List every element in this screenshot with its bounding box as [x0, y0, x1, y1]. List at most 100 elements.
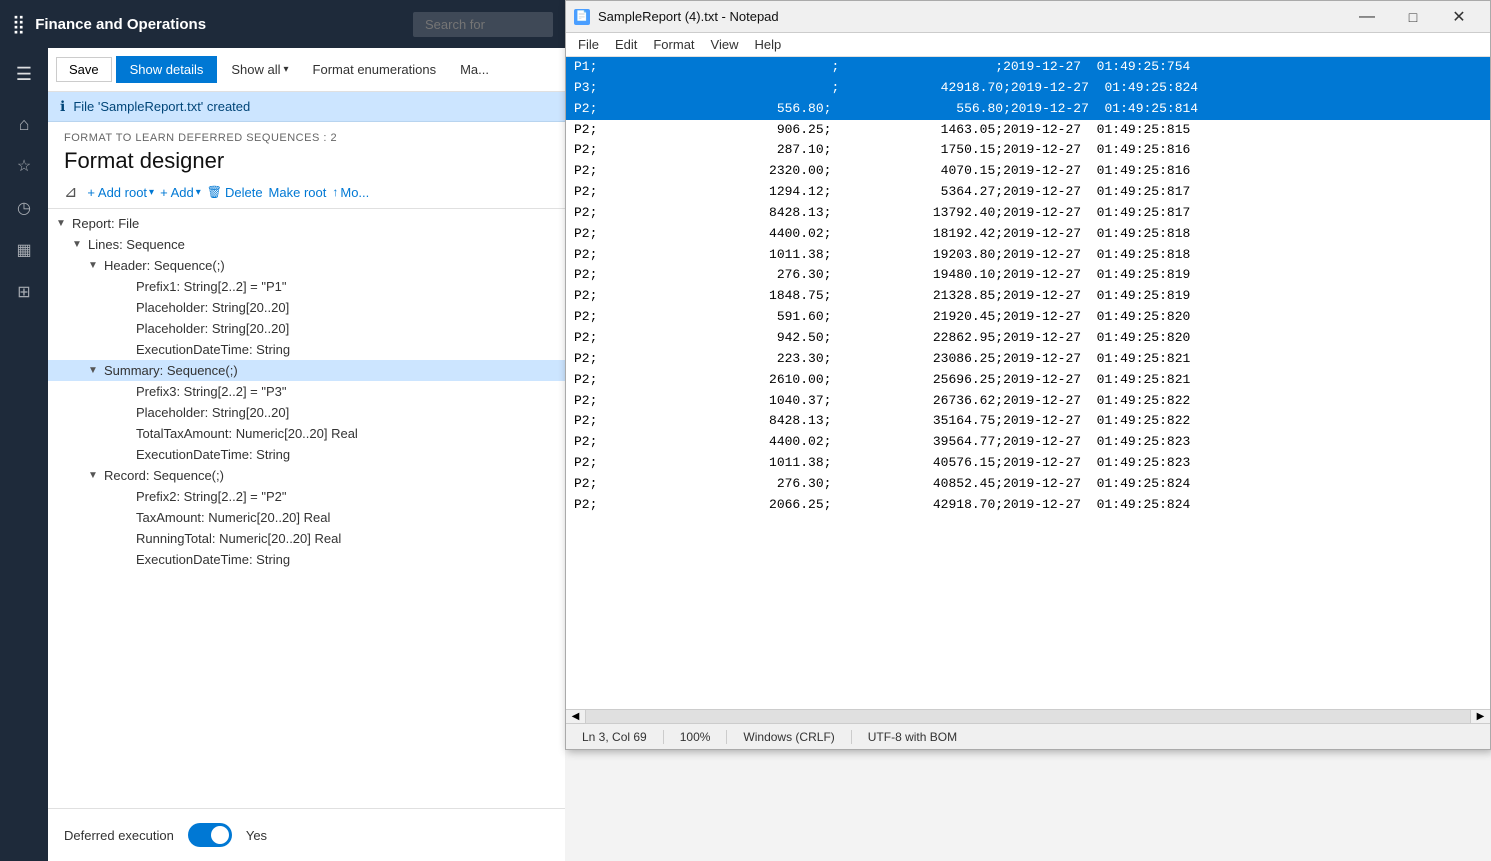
tree-item-label: ExecutionDateTime: String	[136, 552, 290, 567]
tree-item-prefix1[interactable]: Prefix1: String[2..2] = "P1"	[48, 276, 565, 297]
notepad-menu-view[interactable]: View	[703, 35, 747, 54]
fo-app: ⣿ Finance and Operations ☰ ⌂ ☆ ◷ ▦ ⊞ Sav…	[0, 0, 565, 861]
deferred-toggle[interactable]	[188, 823, 232, 847]
tree-item-label: Prefix3: String[2..2] = "P3"	[136, 384, 287, 399]
fo-main-content: Save Show details Show all ▾ Format enum…	[48, 48, 565, 861]
notepad-position: Ln 3, Col 69	[566, 730, 664, 744]
tree-item-label: TaxAmount: Numeric[20..20] Real	[136, 510, 330, 525]
format-tree: ▼ Report: File ▼ Lines: Sequence ▼ Heade…	[48, 209, 565, 808]
tree-toggle-icon: ▼	[56, 218, 70, 229]
recent-icon[interactable]: ◷	[4, 188, 44, 228]
infobar-message: File 'SampleReport.txt' created	[73, 99, 250, 114]
tree-item-exec-datetime-2[interactable]: ExecutionDateTime: String	[48, 444, 565, 465]
tree-item-exec-datetime-3[interactable]: ExecutionDateTime: String	[48, 549, 565, 570]
notepad-app-icon: 📄	[574, 9, 590, 25]
notepad-content[interactable]: P1; ; ;2019-12-27 01:49:25:754 P3; ; 429…	[566, 57, 1490, 709]
notepad-titlebar: 📄 SampleReport (4).txt - Notepad — □ ✕	[566, 1, 1490, 33]
notepad-menu-format[interactable]: Format	[645, 35, 702, 54]
delete-button[interactable]: 🗑 Delete	[207, 185, 263, 200]
tree-toggle-icon: ▼	[72, 239, 86, 250]
format-breadcrumb: FORMAT TO LEARN DEFERRED SEQUENCES : 2	[64, 132, 549, 144]
notepad-line-ending: Windows (CRLF)	[727, 730, 851, 744]
save-button[interactable]: Save	[56, 57, 112, 82]
notepad-line-19: P2; 4400.02; 39564.77;2019-12-27 01:49:2…	[566, 432, 1490, 453]
tree-item-taxamount[interactable]: TaxAmount: Numeric[20..20] Real	[48, 507, 565, 528]
notepad-menu-help[interactable]: Help	[746, 35, 789, 54]
add-root-button[interactable]: + Add root ▾	[87, 185, 154, 200]
notepad-line-18: P2; 8428.13; 35164.75;2019-12-27 01:49:2…	[566, 411, 1490, 432]
favorites-icon[interactable]: ☆	[4, 146, 44, 186]
tree-item-label: Prefix2: String[2..2] = "P2"	[136, 489, 287, 504]
show-details-button[interactable]: Show details	[116, 56, 218, 83]
home-icon[interactable]: ⌂	[4, 104, 44, 144]
format-toolbar: ⊿ + Add root ▾ + Add ▾ 🗑 Delete Make roo…	[64, 182, 549, 202]
chevron-down-icon: ▾	[284, 64, 289, 75]
notepad-line-14: P2; 942.50; 22862.95;2019-12-27 01:49:25…	[566, 328, 1490, 349]
add-button[interactable]: + Add ▾	[160, 185, 201, 200]
left-nav: ☰ ⌂ ☆ ◷ ▦ ⊞	[0, 48, 48, 861]
notepad-line-4: P2; 906.25; 1463.05;2019-12-27 01:49:25:…	[566, 120, 1490, 141]
tree-item-runningtotal[interactable]: RunningTotal: Numeric[20..20] Real	[48, 528, 565, 549]
deferred-value-label: Yes	[246, 828, 267, 843]
more-button[interactable]: Ma...	[450, 56, 499, 83]
notepad-title-text: SampleReport (4).txt - Notepad	[598, 9, 1344, 24]
tree-item-placeholder-1[interactable]: Placeholder: String[20..20]	[48, 297, 565, 318]
show-all-button[interactable]: Show all ▾	[221, 56, 298, 83]
notepad-hscrollbar[interactable]: ◀ ▶	[566, 709, 1490, 723]
notepad-line-7: P2; 1294.12; 5364.27;2019-12-27 01:49:25…	[566, 182, 1490, 203]
notepad-line-17: P2; 1040.37; 26736.62;2019-12-27 01:49:2…	[566, 391, 1490, 412]
notepad-menu-edit[interactable]: Edit	[607, 35, 645, 54]
notepad-line-2: P3; ; 42918.70;2019-12-27 01:49:25:824	[566, 78, 1490, 99]
notepad-menubar: File Edit Format View Help	[566, 33, 1490, 57]
close-button[interactable]: ✕	[1436, 1, 1482, 33]
tree-item-label: TotalTaxAmount: Numeric[20..20] Real	[136, 426, 358, 441]
fo-toolbar: Save Show details Show all ▾ Format enum…	[48, 48, 565, 92]
maximize-button[interactable]: □	[1390, 1, 1436, 33]
tree-item-exec-datetime-1[interactable]: ExecutionDateTime: String	[48, 339, 565, 360]
notepad-line-16: P2; 2610.00; 25696.25;2019-12-27 01:49:2…	[566, 370, 1490, 391]
tree-item-label: RunningTotal: Numeric[20..20] Real	[136, 531, 341, 546]
tree-item-label: ExecutionDateTime: String	[136, 342, 290, 357]
make-root-button[interactable]: Make root	[269, 185, 327, 200]
notepad-line-5: P2; 287.10; 1750.15;2019-12-27 01:49:25:…	[566, 140, 1490, 161]
notepad-line-11: P2; 276.30; 19480.10;2019-12-27 01:49:25…	[566, 265, 1490, 286]
dashboard-icon[interactable]: ▦	[4, 230, 44, 270]
tree-item-report-file[interactable]: ▼ Report: File	[48, 213, 565, 234]
tree-item-summary-sequence[interactable]: ▼ Summary: Sequence(;)	[48, 360, 565, 381]
tree-item-lines-sequence[interactable]: ▼ Lines: Sequence	[48, 234, 565, 255]
hamburger-icon[interactable]: ☰	[4, 54, 44, 94]
notepad-line-15: P2; 223.30; 23086.25;2019-12-27 01:49:25…	[566, 349, 1490, 370]
notepad-statusbar: Ln 3, Col 69 100% Windows (CRLF) UTF-8 w…	[566, 723, 1490, 749]
tree-toggle-icon: ▼	[88, 365, 102, 376]
move-button[interactable]: ↑ Mo...	[332, 185, 369, 200]
notepad-line-22: P2; 2066.25; 42918.70;2019-12-27 01:49:2…	[566, 495, 1490, 516]
minimize-button[interactable]: —	[1344, 1, 1390, 33]
notepad-line-3: P2; 556.80; 556.80;2019-12-27 01:49:25:8…	[566, 99, 1490, 120]
notepad-menu-file[interactable]: File	[570, 35, 607, 54]
tree-item-record-sequence[interactable]: ▼ Record: Sequence(;)	[48, 465, 565, 486]
notepad-line-20: P2; 1011.38; 40576.15;2019-12-27 01:49:2…	[566, 453, 1490, 474]
tree-item-totaltaxamount[interactable]: TotalTaxAmount: Numeric[20..20] Real	[48, 423, 565, 444]
format-enumerations-button[interactable]: Format enumerations	[303, 56, 447, 83]
tree-item-prefix3[interactable]: Prefix3: String[2..2] = "P3"	[48, 381, 565, 402]
format-title: Format designer	[64, 148, 549, 174]
tree-item-header-sequence[interactable]: ▼ Header: Sequence(;)	[48, 255, 565, 276]
tree-item-label: Header: Sequence(;)	[104, 258, 225, 273]
menu-icon[interactable]: ⊞	[4, 272, 44, 312]
tree-item-prefix2[interactable]: Prefix2: String[2..2] = "P2"	[48, 486, 565, 507]
search-input[interactable]	[413, 12, 553, 37]
tree-item-label: Placeholder: String[20..20]	[136, 405, 289, 420]
notepad-window-controls: — □ ✕	[1344, 1, 1482, 33]
fo-topbar: ⣿ Finance and Operations	[0, 0, 565, 48]
notepad-line-8: P2; 8428.13; 13792.40;2019-12-27 01:49:2…	[566, 203, 1490, 224]
filter-icon[interactable]: ⊿	[64, 182, 77, 202]
tree-item-label: Placeholder: String[20..20]	[136, 321, 289, 336]
tree-item-placeholder-3[interactable]: Placeholder: String[20..20]	[48, 402, 565, 423]
format-designer-header: FORMAT TO LEARN DEFERRED SEQUENCES : 2 F…	[48, 122, 565, 209]
app-title: Finance and Operations	[35, 16, 403, 33]
tree-item-placeholder-2[interactable]: Placeholder: String[20..20]	[48, 318, 565, 339]
deferred-execution-label: Deferred execution	[64, 828, 174, 843]
grid-dots-icon[interactable]: ⣿	[12, 14, 25, 35]
notepad-line-10: P2; 1011.38; 19203.80;2019-12-27 01:49:2…	[566, 245, 1490, 266]
tree-item-label: Placeholder: String[20..20]	[136, 300, 289, 315]
